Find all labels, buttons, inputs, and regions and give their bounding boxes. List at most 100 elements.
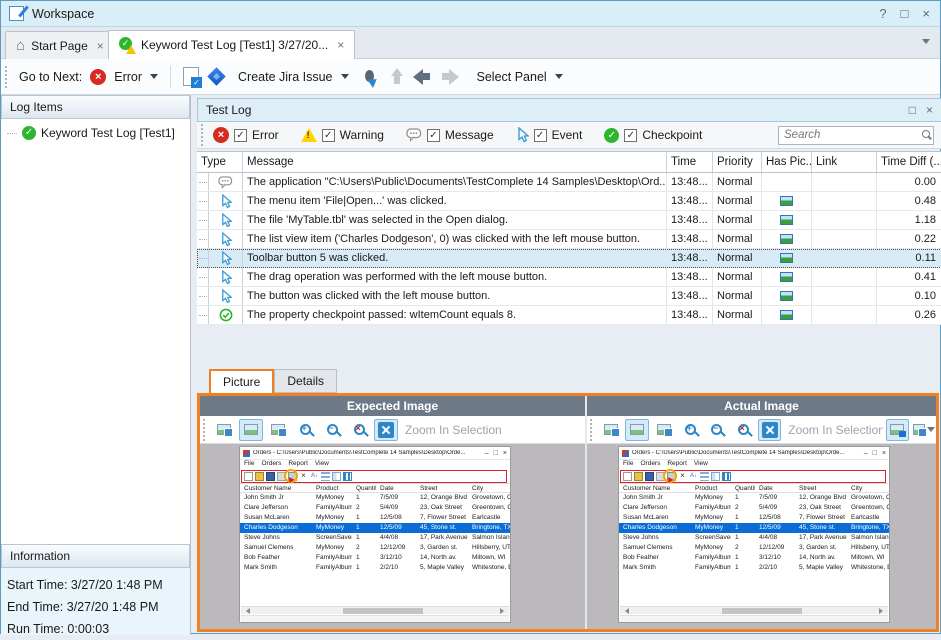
maximize-icon[interactable]: □ <box>909 103 916 117</box>
close-icon[interactable]: × <box>337 38 344 52</box>
lock-picture-icon[interactable] <box>886 419 909 441</box>
log-row[interactable]: The drag operation was performed with th… <box>197 268 941 287</box>
select-mode-icon[interactable] <box>266 419 290 441</box>
sort-az-icon[interactable]: A↓ <box>310 472 319 481</box>
picture-export-icon[interactable] <box>212 419 236 441</box>
results-check-icon[interactable] <box>183 67 199 86</box>
orders-row[interactable]: Samuel ClemensMyMoney212/12/093, Garden … <box>619 543 889 553</box>
menu-item-orders[interactable]: Orders <box>640 460 660 470</box>
close-icon[interactable]: × <box>503 450 507 457</box>
sort-az-icon[interactable]: A↓ <box>689 472 698 481</box>
message-checkbox[interactable]: ✓ <box>427 129 440 142</box>
filter-checkpoint[interactable]: ✓ ✓ Checkpoint <box>604 128 702 143</box>
columns-icon[interactable] <box>722 472 731 481</box>
save-icon[interactable] <box>645 472 654 481</box>
pan-mode-icon[interactable] <box>239 419 263 441</box>
save-icon[interactable] <box>266 472 275 481</box>
forward-icon[interactable] <box>442 69 459 85</box>
tab-list-dropdown-icon[interactable] <box>922 39 930 44</box>
event-checkbox[interactable]: ✓ <box>534 129 547 142</box>
grid-icon[interactable] <box>332 472 341 481</box>
new-document-icon[interactable] <box>244 472 253 481</box>
picture-icon[interactable] <box>780 234 793 244</box>
picture-icon[interactable] <box>780 253 793 263</box>
column-header-time-diff[interactable]: Time Diff (... <box>877 152 941 172</box>
orders-row[interactable]: Charles DodgesonMyMoney112/5/0945, Stone… <box>240 523 510 533</box>
picture-icon[interactable] <box>780 215 793 225</box>
log-row[interactable]: Toolbar button 5 was clicked.13:48...Nor… <box>197 249 941 268</box>
log-row[interactable]: The button was clicked with the left mou… <box>197 287 941 306</box>
picture-icon[interactable] <box>780 196 793 206</box>
go-to-next-error-button[interactable]: Error <box>114 70 142 84</box>
tab-start-page[interactable]: ⌂ Start Page × <box>5 31 115 59</box>
minimize-icon[interactable]: – <box>485 450 489 457</box>
orders-column-header[interactable]: Date <box>755 484 795 493</box>
orders-row[interactable]: John Smith JrMyMoney17/5/0912, Orange Bl… <box>619 493 889 503</box>
bug-report-icon[interactable] <box>363 69 381 85</box>
pan-mode-icon[interactable] <box>625 419 648 441</box>
open-folder-icon[interactable] <box>255 472 264 481</box>
column-header-priority[interactable]: Priority <box>713 152 762 172</box>
menu-item-file[interactable]: File <box>244 460 254 470</box>
chevron-down-icon[interactable] <box>341 74 349 79</box>
orders-hscrollbar[interactable] <box>620 606 888 614</box>
log-row[interactable]: The application "C:\Users\Public\Documen… <box>197 173 941 192</box>
orders-row[interactable]: Mark SmithFamilyAlbum12/2/105, Maple Val… <box>240 563 510 573</box>
orders-row[interactable]: John Smith JrMyMoney17/5/0912, Orange Bl… <box>240 493 510 503</box>
filter-warning[interactable]: ✓ Warning <box>301 128 384 142</box>
open-folder-icon[interactable] <box>634 472 643 481</box>
menu-item-file[interactable]: File <box>623 460 633 470</box>
expected-image-viewer[interactable]: Orders - C:\Users\Public\Documents\TestC… <box>200 444 585 629</box>
orders-row[interactable]: Bob FeatherFamilyAlbum13/12/1014, North … <box>619 553 889 563</box>
orders-column-header[interactable]: Quantity <box>731 484 755 493</box>
scroll-left-icon[interactable] <box>243 608 250 614</box>
toolbar-grip[interactable] <box>590 419 594 441</box>
minimize-icon[interactable]: – <box>864 450 868 457</box>
column-header-type[interactable]: Type <box>197 152 243 172</box>
orders-row[interactable]: Clare JeffersonFamilyAlbum25/4/0923, Oak… <box>240 503 510 513</box>
orders-row[interactable]: Susan McLarenMyMoney112/5/087, Flower St… <box>240 513 510 523</box>
zoom-out-icon[interactable] <box>320 419 344 441</box>
close-icon[interactable]: × <box>882 450 886 457</box>
scroll-right-icon[interactable] <box>500 608 507 614</box>
orders-row[interactable]: Clare JeffersonFamilyAlbum25/4/0923, Oak… <box>619 503 889 513</box>
new-document-icon[interactable] <box>623 472 632 481</box>
zoom-in-icon[interactable] <box>678 419 701 441</box>
tab-details[interactable]: Details <box>274 369 337 393</box>
chevron-down-icon[interactable] <box>555 74 563 79</box>
delete-icon[interactable]: × <box>678 472 687 481</box>
orders-column-header[interactable]: Quantity <box>352 484 376 493</box>
orders-row[interactable]: Steve JohnsScreenSaver14/4/0817, Park Av… <box>240 533 510 543</box>
orders-column-header[interactable]: City <box>847 484 889 493</box>
orders-row[interactable]: Susan McLarenMyMoney112/5/087, Flower St… <box>619 513 889 523</box>
column-header-has-picture[interactable]: Has Pic... <box>762 152 812 172</box>
sort-icon[interactable] <box>700 472 709 481</box>
orders-row[interactable]: Charles DodgesonMyMoney112/5/0945, Stone… <box>619 523 889 533</box>
zoom-reset-icon[interactable] <box>731 419 754 441</box>
columns-icon[interactable] <box>343 472 352 481</box>
close-icon[interactable]: × <box>922 6 930 21</box>
close-icon[interactable]: × <box>926 103 933 117</box>
tab-keyword-test-log[interactable]: ✓ Keyword Test Log [Test1] 3/27/20... × <box>108 30 355 59</box>
actual-image-viewer[interactable]: Orders - C:\Users\Public\Documents\TestC… <box>587 444 936 629</box>
checkpoint-checkbox[interactable]: ✓ <box>624 129 637 142</box>
grid-icon[interactable] <box>711 472 720 481</box>
toolbar-grip[interactable] <box>5 66 9 88</box>
menu-item-orders[interactable]: Orders <box>261 460 281 470</box>
delete-icon[interactable]: × <box>299 472 308 481</box>
scroll-right-icon[interactable] <box>879 608 886 614</box>
scroll-thumb[interactable] <box>343 608 423 614</box>
orders-hscrollbar[interactable] <box>241 606 509 614</box>
log-row[interactable]: The property checkpoint passed: wItemCou… <box>197 306 941 325</box>
sidebar-item-keyword-test-log[interactable]: ✓ Keyword Test Log [Test1] <box>1 119 190 140</box>
select-panel-button[interactable]: Select Panel <box>477 70 547 84</box>
error-checkbox[interactable]: ✓ <box>234 129 247 142</box>
column-header-time[interactable]: Time <box>667 152 713 172</box>
search-input[interactable] <box>778 126 934 145</box>
create-jira-issue-button[interactable]: Create Jira Issue <box>238 70 332 84</box>
orders-row[interactable]: Mark SmithFamilyAlbum12/2/105, Maple Val… <box>619 563 889 573</box>
orders-column-header[interactable]: City <box>468 484 510 493</box>
back-icon[interactable] <box>413 69 430 85</box>
log-row[interactable]: The list view item ('Charles Dodgeson', … <box>197 230 941 249</box>
orders-row[interactable]: Bob FeatherFamilyAlbum13/12/1014, North … <box>240 553 510 563</box>
